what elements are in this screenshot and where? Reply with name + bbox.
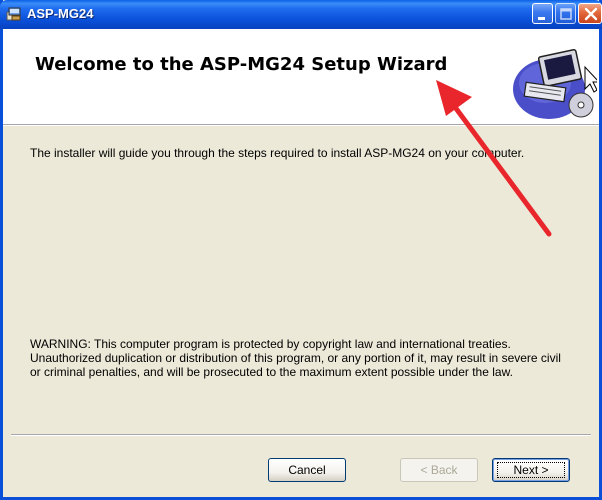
warning-line: Unauthorized duplication or distribution…	[30, 351, 561, 365]
copyright-warning: WARNING: This computer program is protec…	[30, 337, 590, 379]
wizard-header-banner: Welcome to the ASP-MG24 Setup Wizard	[3, 29, 599, 125]
next-button[interactable]: Next >	[492, 458, 570, 482]
window-title: ASP-MG24	[27, 6, 94, 21]
cancel-button-label: Cancel	[288, 463, 326, 477]
installer-package-icon	[6, 7, 21, 21]
minimize-icon	[538, 17, 545, 20]
close-icon	[584, 7, 598, 21]
warning-line: WARNING: This computer program is protec…	[30, 337, 511, 351]
intro-text: The installer will guide you through the…	[30, 146, 525, 160]
next-button-label: Next >	[513, 463, 549, 477]
back-button-label: < Back	[420, 463, 458, 477]
setup-wizard-window: ASP-MG24 Welcome to the ASP-MG24 Setup W…	[0, 0, 602, 500]
footer-divider	[11, 434, 591, 436]
maximize-button[interactable]	[555, 3, 576, 24]
maximize-icon	[560, 8, 572, 20]
close-button[interactable]	[578, 3, 602, 24]
warning-line: or criminal penalties, and will be prose…	[30, 365, 513, 379]
title-bar[interactable]: ASP-MG24	[0, 0, 602, 29]
cancel-button[interactable]: Cancel	[268, 458, 346, 482]
page-title: Welcome to the ASP-MG24 Setup Wizard	[35, 54, 448, 75]
minimize-button[interactable]	[532, 3, 553, 24]
back-button[interactable]: < Back	[400, 458, 478, 482]
computer-setup-icon	[513, 48, 597, 119]
